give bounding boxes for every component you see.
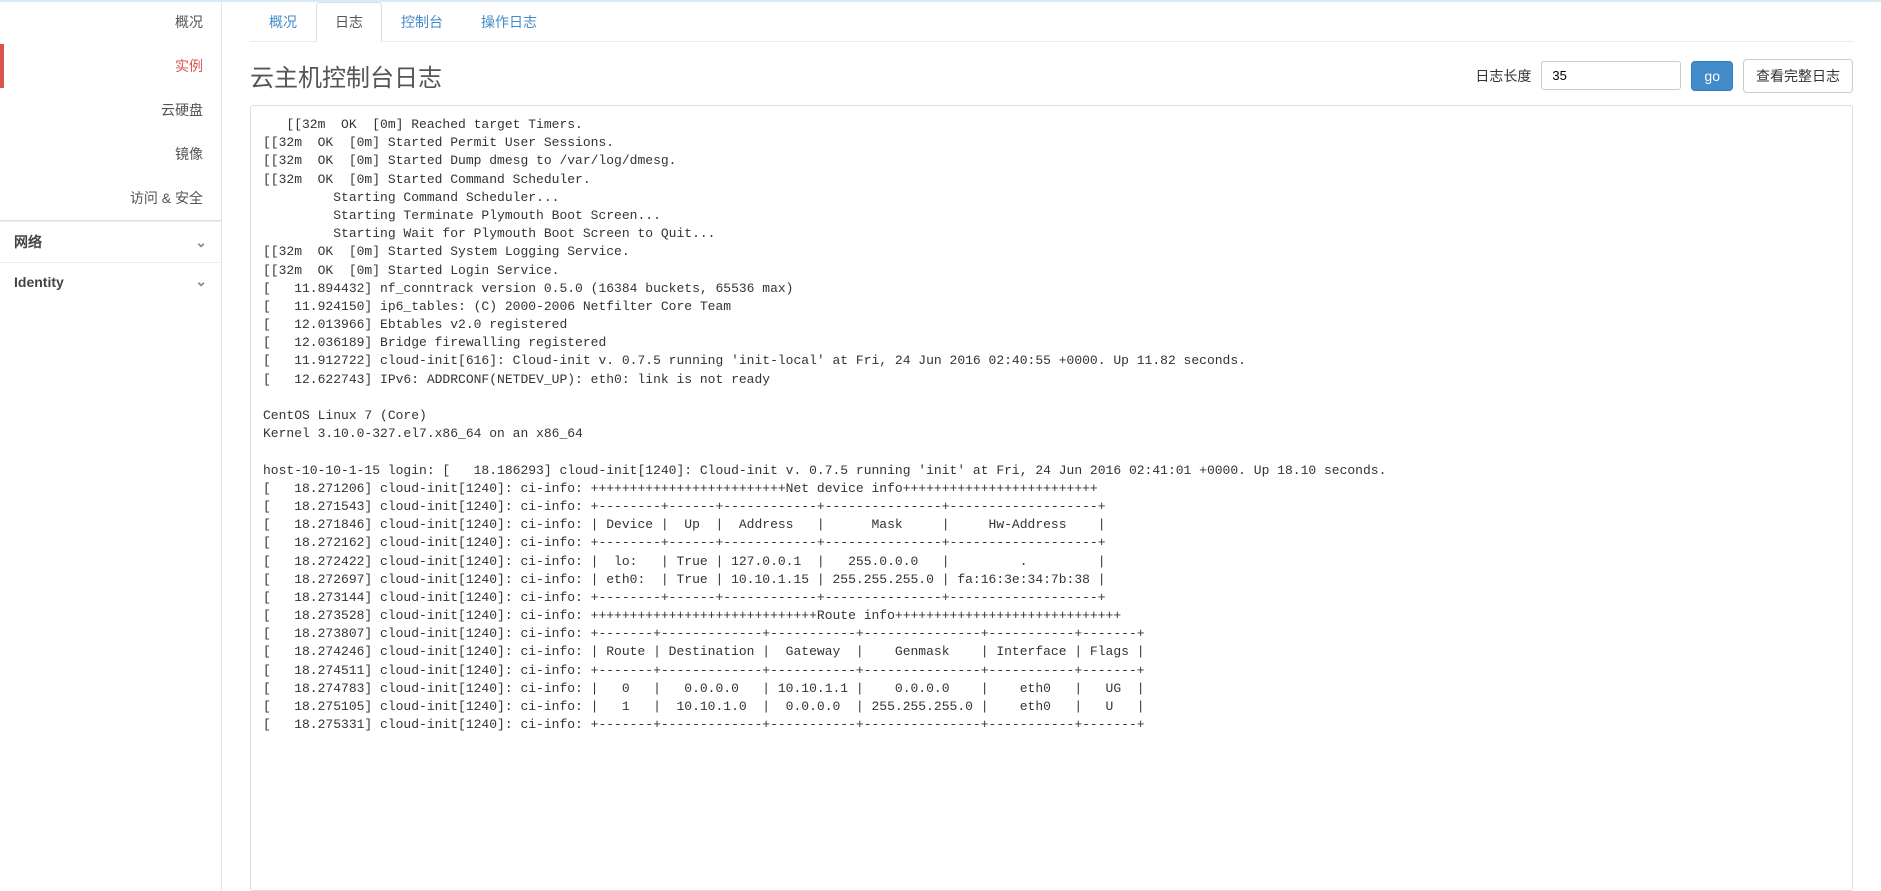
log-length-label: 日志长度 <box>1475 66 1531 86</box>
sidebar-item-instances[interactable]: 实例 <box>0 44 221 88</box>
sidebar-group-identity[interactable]: Identity ⌄ <box>0 262 221 300</box>
tab-console[interactable]: 控制台 <box>382 2 462 42</box>
tab-overview[interactable]: 概况 <box>250 2 316 42</box>
sidebar: 概况 实例 云硬盘 镜像 访问 & 安全 网络 ⌄ Identity ⌄ <box>0 0 222 891</box>
log-output: [[32m OK [0m] Reached target Timers. [[3… <box>263 116 1840 734</box>
log-panel[interactable]: [[32m OK [0m] Reached target Timers. [[3… <box>250 105 1853 891</box>
chevron-down-icon: ⌄ <box>195 273 207 290</box>
chevron-down-icon: ⌄ <box>195 234 207 251</box>
sidebar-item-images[interactable]: 镜像 <box>0 132 221 176</box>
sidebar-group-label: 网络 <box>14 232 42 252</box>
log-length-input[interactable] <box>1541 61 1681 90</box>
go-button[interactable]: go <box>1691 61 1733 91</box>
main-content: 概况 日志 控制台 操作日志 云主机控制台日志 日志长度 go 查看完整日志 [… <box>222 0 1881 891</box>
sidebar-item-volumes[interactable]: 云硬盘 <box>0 88 221 132</box>
header-row: 云主机控制台日志 日志长度 go 查看完整日志 <box>250 58 1853 93</box>
sidebar-item-overview[interactable]: 概况 <box>0 0 221 44</box>
view-full-log-button[interactable]: 查看完整日志 <box>1743 59 1853 93</box>
sidebar-item-access-security[interactable]: 访问 & 安全 <box>0 176 221 220</box>
tabs: 概况 日志 控制台 操作日志 <box>250 2 1853 42</box>
top-border <box>0 0 1881 2</box>
page-title: 云主机控制台日志 <box>250 58 442 93</box>
tab-action-log[interactable]: 操作日志 <box>462 2 556 42</box>
sidebar-group-network[interactable]: 网络 ⌄ <box>0 221 221 262</box>
log-controls: 日志长度 go 查看完整日志 <box>1475 59 1853 93</box>
sidebar-group-label: Identity <box>14 274 64 290</box>
tab-log[interactable]: 日志 <box>316 2 382 42</box>
